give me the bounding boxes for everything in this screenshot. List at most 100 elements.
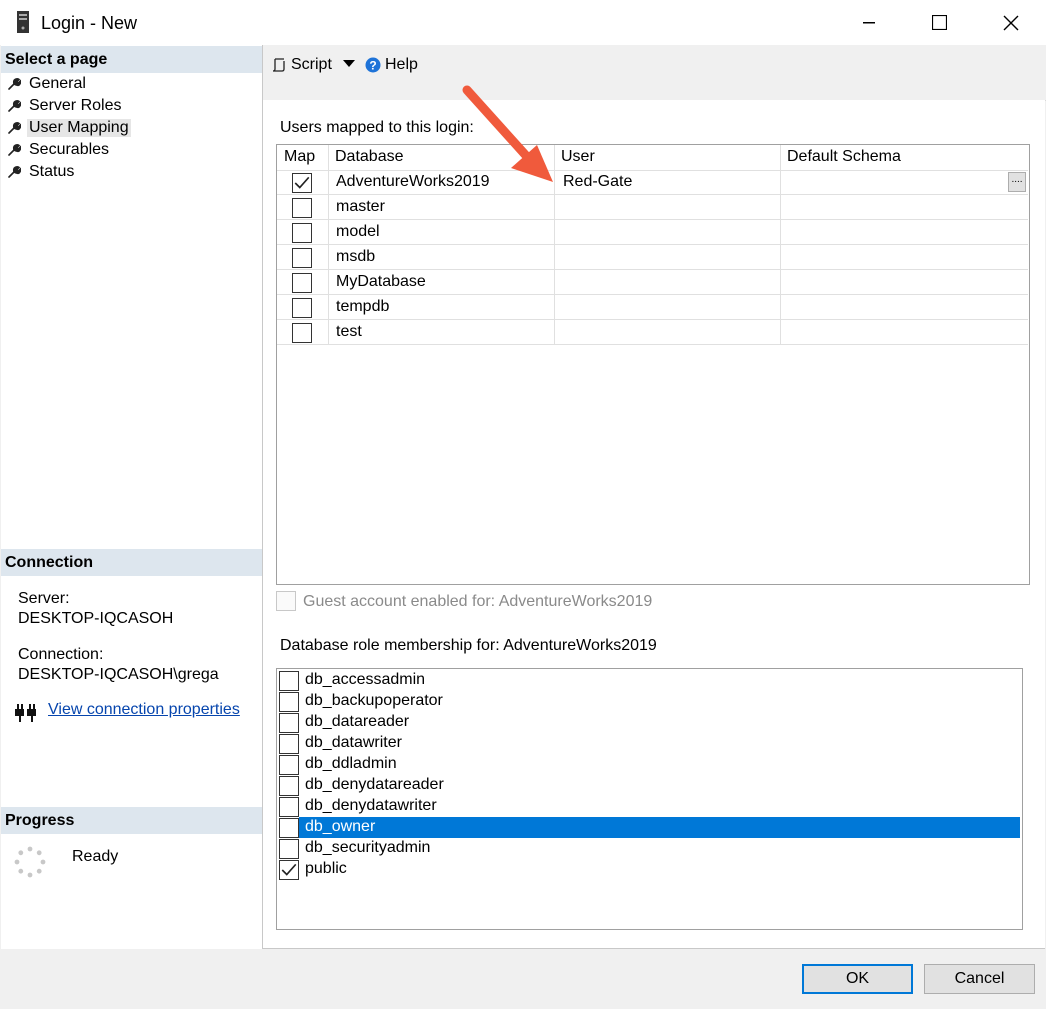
map-checkbox[interactable] <box>292 198 312 218</box>
script-icon <box>272 58 285 72</box>
column-header: Map <box>284 148 316 165</box>
ok-button[interactable]: OK <box>802 964 913 994</box>
svg-text:?: ? <box>369 59 376 73</box>
database-cell[interactable]: model <box>336 223 380 241</box>
role-item[interactable]: db_denydatawriter <box>277 796 1020 817</box>
wrench-icon <box>8 78 21 90</box>
role-checkbox[interactable] <box>279 713 299 733</box>
database-cell[interactable]: master <box>336 198 385 216</box>
map-checkbox[interactable] <box>292 248 312 268</box>
server-icon <box>17 11 29 33</box>
role-name: db_owner <box>305 818 376 835</box>
nav-item[interactable]: Status <box>7 161 76 183</box>
role-name: db_datawriter <box>305 734 402 751</box>
toolbar: Script ? Help <box>263 45 1046 101</box>
nav-item-label: General <box>29 75 86 92</box>
script-dropdown-arrow-icon[interactable] <box>343 60 355 68</box>
minimize-button[interactable] <box>834 0 904 45</box>
server-value: DESKTOP-IQCASOH <box>18 610 174 627</box>
close-button[interactable] <box>976 0 1046 45</box>
database-cell[interactable]: test <box>336 323 362 341</box>
role-item[interactable]: db_datawriter <box>277 733 1020 754</box>
role-checkbox[interactable] <box>279 671 299 691</box>
title-bar: Login - New <box>0 0 1046 45</box>
check-icon <box>281 863 297 876</box>
user-cell[interactable]: Red-Gate <box>563 173 632 191</box>
database-cell[interactable]: tempdb <box>336 298 389 316</box>
help-label: Help <box>385 56 418 73</box>
map-checkbox[interactable] <box>292 173 312 193</box>
role-item[interactable]: db_denydatareader <box>277 775 1020 796</box>
close-icon <box>1003 15 1019 30</box>
table-row: master <box>277 195 1028 220</box>
role-checkbox[interactable] <box>279 818 299 838</box>
progress-header: Progress <box>1 807 262 834</box>
role-checkbox[interactable] <box>279 776 299 796</box>
guest-account-checkbox[interactable] <box>276 591 296 611</box>
schema-ellipsis-button[interactable]: .... <box>1008 172 1026 192</box>
role-item[interactable]: db_backupoperator <box>277 691 1020 712</box>
role-name: db_securityadmin <box>305 839 431 856</box>
connection-label: Connection: <box>18 646 104 663</box>
nav-item-label: Securables <box>29 141 110 158</box>
maximize-icon <box>931 15 947 30</box>
nav-item-label: Server Roles <box>29 97 122 114</box>
role-checkbox[interactable] <box>279 734 299 754</box>
table-row: AdventureWorks2019 Red-Gate.... <box>277 170 1028 195</box>
maximize-button[interactable] <box>904 0 974 45</box>
database-cell[interactable]: msdb <box>336 248 375 266</box>
cancel-button[interactable]: Cancel <box>924 964 1035 994</box>
database-cell[interactable]: MyDatabase <box>336 273 426 291</box>
nav-item[interactable]: Server Roles <box>7 95 123 117</box>
main-area: Users mapped to this login: Map Database U… <box>263 100 1045 949</box>
table-row: msdb <box>277 245 1028 270</box>
users-mapped-grid: Map Database User Default Schema AdventureWo… <box>276 144 1030 585</box>
column-header: User <box>561 148 595 165</box>
table-row: tempdb <box>277 295 1028 320</box>
map-checkbox[interactable] <box>292 273 312 293</box>
role-checkbox[interactable] <box>279 797 299 817</box>
nav-item-label: User Mapping <box>27 119 131 137</box>
map-checkbox[interactable] <box>292 223 312 243</box>
role-item[interactable]: db_accessadmin <box>277 670 1020 691</box>
database-cell[interactable]: AdventureWorks2019 <box>336 173 490 191</box>
map-checkbox[interactable] <box>292 298 312 318</box>
column-header: Database <box>335 148 404 165</box>
role-name: db_denydatawriter <box>305 797 437 814</box>
table-row: MyDatabase <box>277 270 1028 295</box>
role-selection-highlight <box>299 817 1020 838</box>
role-item[interactable]: public <box>277 859 1020 880</box>
script-button[interactable]: Script <box>271 54 332 76</box>
table-row: model <box>277 220 1028 245</box>
role-name: db_backupoperator <box>305 692 443 709</box>
progress-status: Ready <box>72 848 119 865</box>
role-item[interactable]: db_datareader <box>277 712 1020 733</box>
role-name: db_ddladmin <box>305 755 397 772</box>
check-icon <box>294 176 310 189</box>
help-button[interactable]: ? Help <box>365 54 418 76</box>
left-panel: Select a page General Server Roles User Ma… <box>1 45 263 949</box>
wrench-icon <box>8 122 21 134</box>
role-membership-label: Database role membership for: AdventureW… <box>280 637 657 654</box>
grid-divider <box>277 344 1028 345</box>
role-item[interactable]: db_owner <box>277 817 1020 838</box>
nav-item[interactable]: Securables <box>7 139 111 161</box>
map-checkbox[interactable] <box>292 323 312 343</box>
role-name: db_denydatareader <box>305 776 444 793</box>
role-item[interactable]: db_securityadmin <box>277 838 1020 859</box>
role-name: public <box>305 860 347 877</box>
role-item[interactable]: db_ddladmin <box>277 754 1020 775</box>
role-checkbox[interactable] <box>279 860 299 880</box>
role-checkbox[interactable] <box>279 692 299 712</box>
view-connection-properties-link[interactable]: View connection properties <box>48 701 240 719</box>
nav-item[interactable]: General <box>7 73 88 95</box>
help-icon: ? <box>365 57 381 73</box>
progress-spinner-icon <box>14 846 46 878</box>
nav-item[interactable]: User Mapping <box>7 117 131 139</box>
role-checkbox[interactable] <box>279 839 299 859</box>
role-checkbox[interactable] <box>279 755 299 775</box>
window-title: Login - New <box>41 13 138 33</box>
select-page-header: Select a page <box>1 46 262 73</box>
plug-icon <box>15 704 36 722</box>
role-name: db_datareader <box>305 713 410 730</box>
